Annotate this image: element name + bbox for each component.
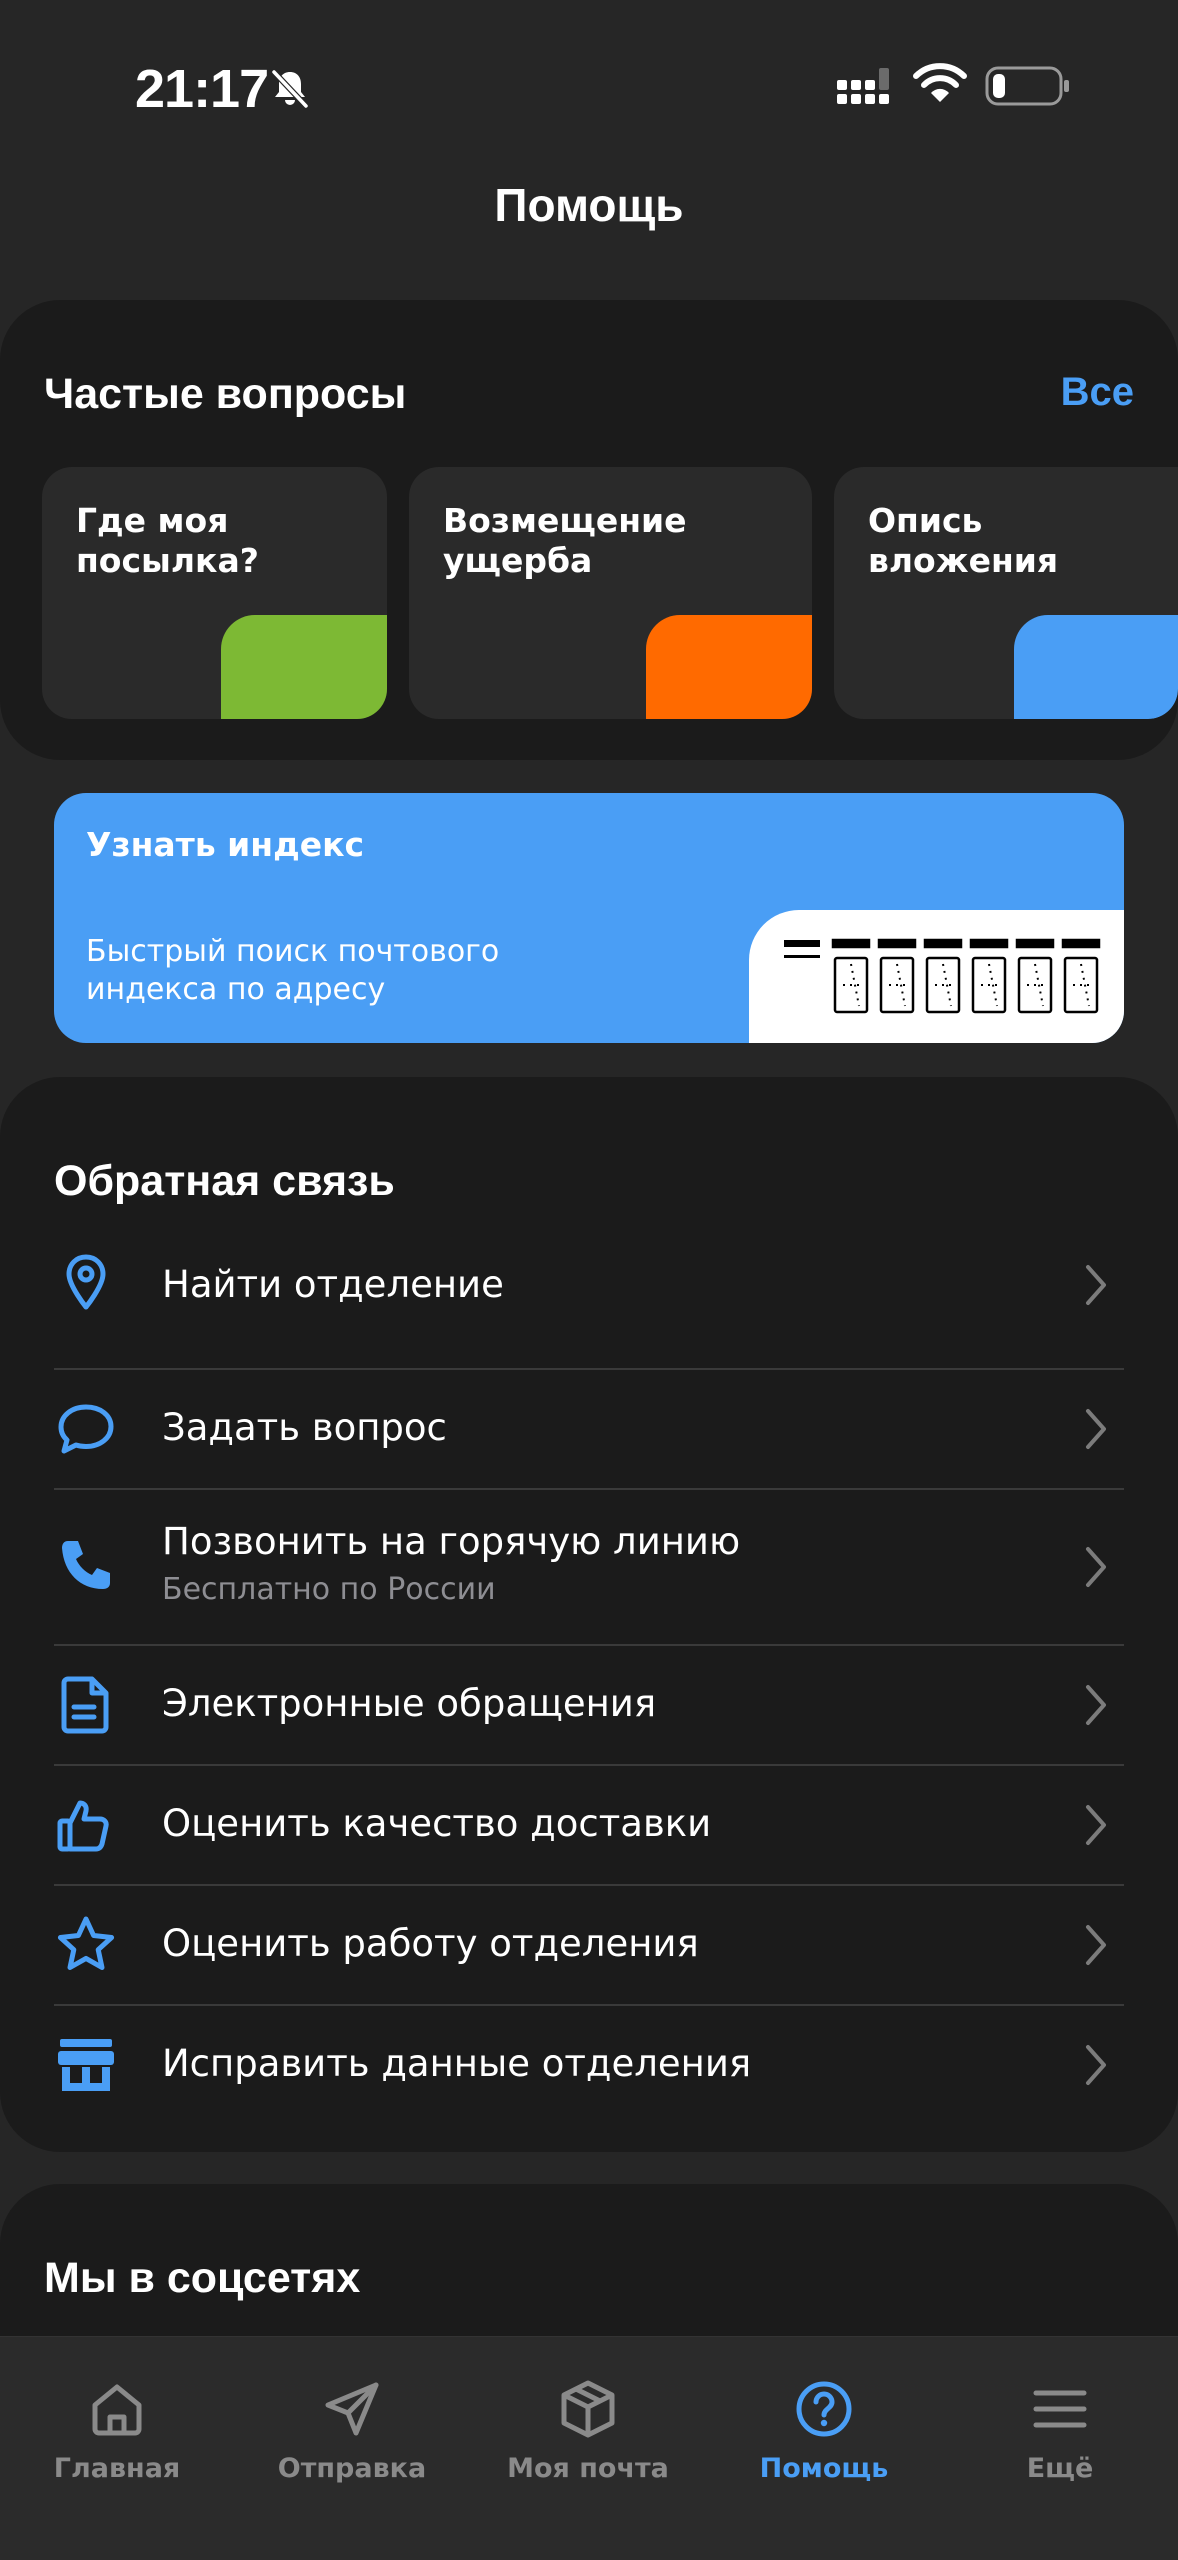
tab-home[interactable]: Главная bbox=[17, 2357, 217, 2497]
page-title: Помощь bbox=[494, 179, 684, 231]
chevron-right-icon bbox=[1086, 2045, 1106, 2085]
faq-tile-accent bbox=[221, 615, 387, 719]
tab-label: Помощь bbox=[759, 2453, 889, 2484]
faq-tile-label: Возмещение ущерба bbox=[443, 501, 687, 580]
signal-icon bbox=[837, 68, 889, 104]
feedback-section: Обратная связь Найти отделение Задать во… bbox=[0, 1077, 1178, 2152]
tab-more[interactable]: Ещё bbox=[960, 2357, 1160, 2497]
phone-icon bbox=[62, 1541, 110, 1589]
faq-tile-accent bbox=[1014, 615, 1178, 719]
feedback-item-label: Электронные обращения bbox=[162, 1682, 657, 1725]
chevron-right-icon bbox=[1086, 1805, 1106, 1845]
chevron-right-icon bbox=[1086, 1925, 1106, 1965]
index-banner-description: Быстрый поиск почтового индекса по адрес… bbox=[86, 934, 500, 1007]
status-time: 21:17 bbox=[135, 59, 269, 119]
feedback-item-hotline[interactable]: Позвонить на горячую линию Бесплатно по … bbox=[54, 1490, 1124, 1644]
tab-label: Отправка bbox=[277, 2453, 427, 2484]
feedback-item-e-appeals[interactable]: Электронные обращения bbox=[54, 1646, 1124, 1764]
tab-my-mail[interactable]: Моя почта bbox=[488, 2357, 688, 2497]
feedback-item-fix-office-data[interactable]: Исправить данные отделения bbox=[54, 2006, 1124, 2124]
faq-tile-accent bbox=[646, 615, 812, 719]
faq-tile-damage[interactable]: Возмещение ущерба bbox=[409, 467, 812, 719]
location-pin-icon bbox=[66, 1254, 106, 1310]
package-icon bbox=[561, 2380, 615, 2438]
send-icon bbox=[325, 2382, 379, 2436]
faq-section: Частые вопросы Все Где моя посылка? Возм… bbox=[0, 300, 1178, 760]
chevron-right-icon bbox=[1086, 1685, 1106, 1725]
tab-help[interactable]: Помощь bbox=[724, 2357, 924, 2497]
faq-tile-label: Где моя посылка? bbox=[76, 501, 259, 580]
index-banner-title: Узнать индекс bbox=[86, 825, 365, 864]
feedback-item-label: Оценить работу отделения bbox=[162, 1922, 699, 1965]
faq-tile-inventory[interactable]: Опись вложения bbox=[834, 467, 1178, 719]
status-bar: 21:17 bbox=[0, 0, 1178, 170]
tab-label: Ещё bbox=[1026, 2453, 1094, 2484]
storefront-icon bbox=[58, 2039, 114, 2091]
wifi-icon bbox=[913, 63, 967, 102]
chevron-right-icon bbox=[1086, 1265, 1106, 1305]
chevron-right-icon bbox=[1086, 1547, 1106, 1587]
tab-send[interactable]: Отправка bbox=[252, 2357, 452, 2497]
help-circle-icon bbox=[796, 2381, 852, 2437]
menu-icon bbox=[1033, 2390, 1087, 2428]
find-index-banner[interactable]: Узнать индекс Быстрый поиск почтового ин… bbox=[54, 793, 1124, 1043]
tab-label: Главная bbox=[53, 2453, 181, 2484]
tab-bar: Главная Отправка Моя почта Помощь Ещё bbox=[0, 2336, 1178, 2560]
feedback-title: Обратная связь bbox=[54, 1157, 395, 1205]
faq-tile-where-parcel[interactable]: Где моя посылка? bbox=[42, 467, 387, 719]
document-icon bbox=[61, 1676, 109, 1734]
battery-icon bbox=[985, 66, 1069, 106]
star-icon bbox=[57, 1916, 115, 1970]
home-icon bbox=[92, 2384, 142, 2436]
chat-bubble-icon bbox=[58, 1404, 114, 1454]
postal-code-illustration bbox=[749, 910, 1124, 1043]
thumbs-up-icon bbox=[57, 1800, 109, 1852]
social-title: Мы в соцсетях bbox=[44, 2254, 361, 2302]
feedback-item-ask-question[interactable]: Задать вопрос bbox=[54, 1370, 1124, 1488]
feedback-item-label: Оценить качество доставки bbox=[162, 1802, 712, 1845]
feedback-item-label: Найти отделение bbox=[162, 1263, 504, 1306]
feedback-item-find-office[interactable]: Найти отделение bbox=[54, 1237, 1124, 1333]
tab-label: Моя почта bbox=[507, 2453, 669, 2484]
feedback-item-rate-office[interactable]: Оценить работу отделения bbox=[54, 1886, 1124, 2004]
bell-slash-icon bbox=[271, 69, 309, 109]
feedback-item-rate-delivery[interactable]: Оценить качество доставки bbox=[54, 1766, 1124, 1884]
faq-all-link[interactable]: Все bbox=[1061, 370, 1134, 415]
chevron-right-icon bbox=[1086, 1409, 1106, 1449]
faq-tile-label: Опись вложения bbox=[868, 501, 1059, 580]
postal-digits-icon bbox=[784, 938, 1101, 1014]
feedback-item-label: Задать вопрос bbox=[162, 1406, 447, 1449]
feedback-item-label: Позвонить на горячую линию bbox=[162, 1520, 741, 1563]
feedback-item-sublabel: Бесплатно по России bbox=[162, 1572, 496, 1607]
faq-title: Частые вопросы bbox=[44, 370, 407, 418]
feedback-item-label: Исправить данные отделения bbox=[162, 2042, 752, 2085]
